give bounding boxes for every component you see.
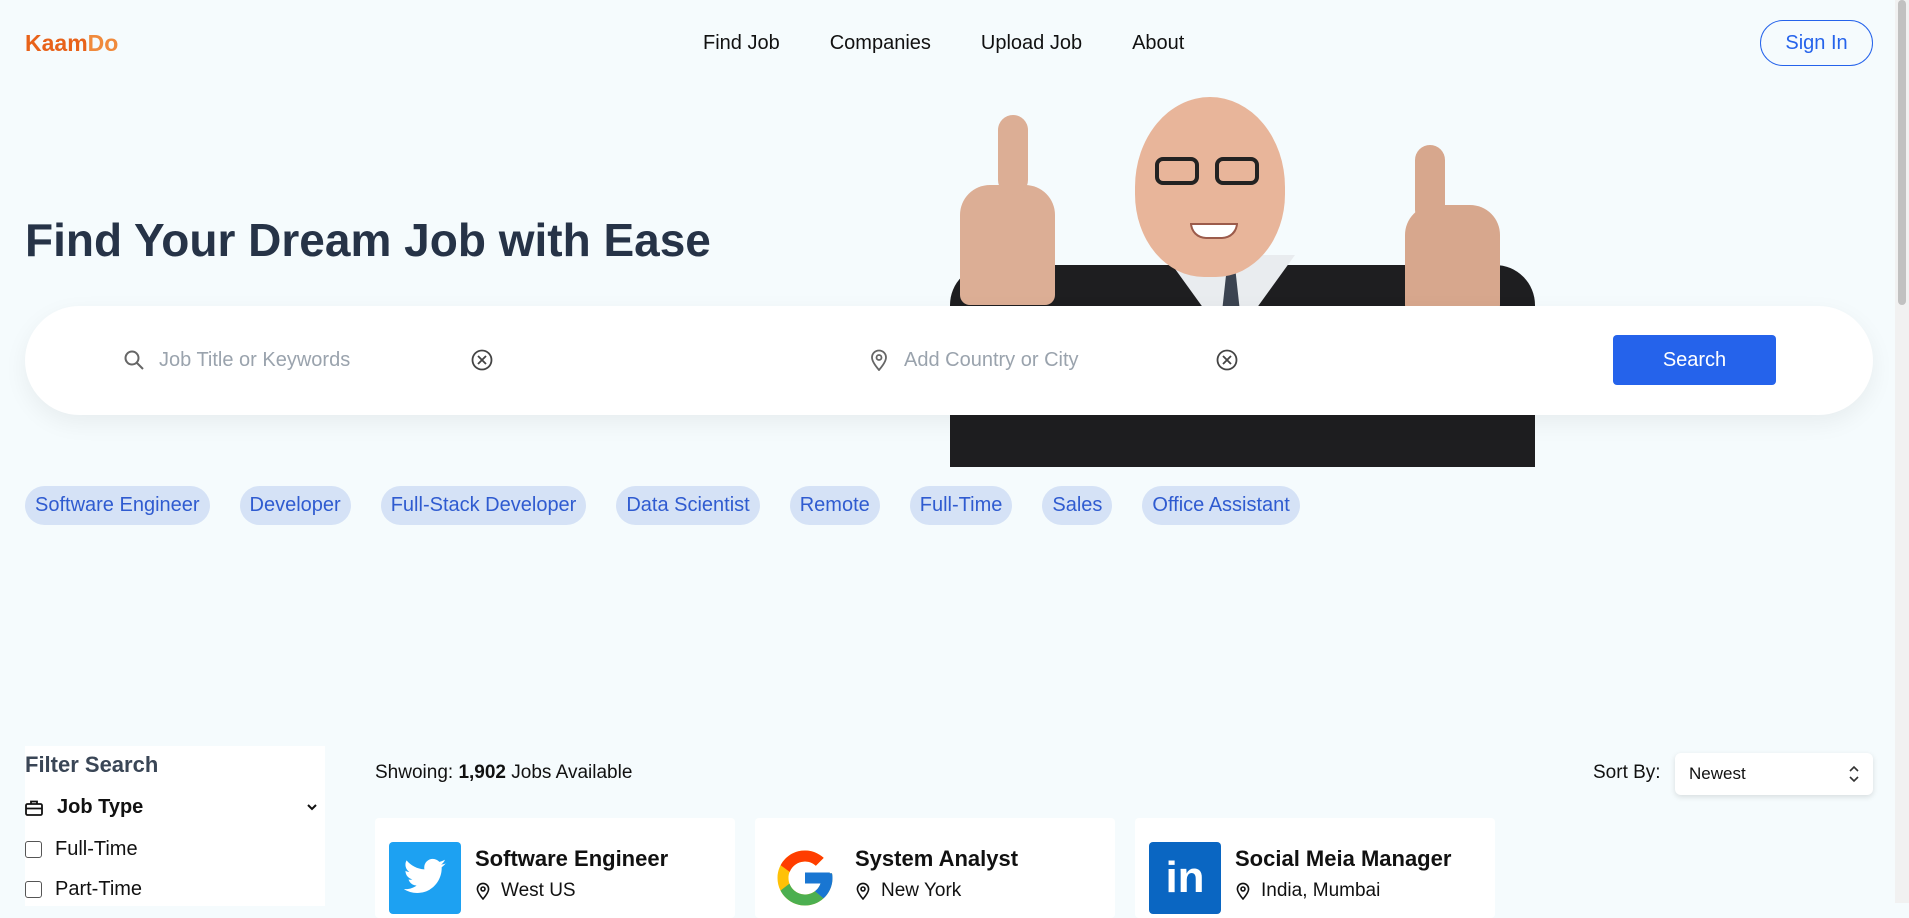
job-location-text: New York	[881, 880, 962, 901]
briefcase-icon	[25, 800, 43, 816]
job-title: Social Meia Manager	[1235, 846, 1452, 871]
job-location: New York	[855, 880, 961, 902]
clear-keyword-icon[interactable]	[470, 348, 494, 372]
results-suffix: Jobs Available	[506, 762, 633, 783]
page-scrollbar[interactable]	[1895, 0, 1909, 903]
brand-part-1: Kaam	[25, 30, 88, 56]
chip-developer[interactable]: Developer	[239, 486, 351, 525]
chevron-down-icon	[307, 804, 317, 811]
popular-searches: Software Engineer Developer Full-Stack D…	[25, 486, 1300, 525]
search-bar: Search	[25, 306, 1873, 415]
sort-value: Newest	[1689, 764, 1746, 783]
nav-upload-job[interactable]: Upload Job	[981, 32, 1082, 55]
chip-data-scientist[interactable]: Data Scientist	[616, 486, 760, 525]
checkbox-part-time[interactable]: Part-Time	[25, 878, 142, 901]
chip-software-engineer[interactable]: Software Engineer	[25, 486, 210, 525]
job-card[interactable]: Software Engineer West US	[375, 818, 735, 918]
scrollbar-thumb[interactable]	[1898, 0, 1906, 305]
job-type-toggle[interactable]: Job Type	[25, 796, 325, 819]
location-pin-icon	[1236, 882, 1250, 900]
job-type-label: Job Type	[57, 796, 144, 818]
brand-part-2: Do	[87, 30, 119, 56]
google-icon	[769, 842, 841, 914]
sort-select[interactable]: Newest	[1675, 753, 1873, 795]
search-icon	[123, 349, 145, 371]
chip-full-time[interactable]: Full-Time	[909, 486, 1013, 525]
twitter-icon	[389, 842, 461, 914]
nav-about[interactable]: About	[1132, 32, 1184, 55]
chip-full-stack-developer[interactable]: Full-Stack Developer	[380, 486, 587, 525]
sort-label: Sort By:	[1593, 762, 1661, 783]
location-pin-icon	[856, 882, 870, 900]
checkbox-label: Part-Time	[55, 878, 143, 900]
job-location-text: India, Mumbai	[1261, 880, 1381, 901]
location-field	[868, 334, 1206, 386]
brand-logo[interactable]: KaamDo	[25, 30, 118, 57]
chip-remote[interactable]: Remote	[789, 486, 880, 525]
nav-find-job[interactable]: Find Job	[703, 32, 780, 55]
job-card[interactable]: System Analyst New York	[755, 818, 1115, 918]
chip-sales[interactable]: Sales	[1042, 486, 1113, 525]
search-button[interactable]: Search	[1613, 335, 1776, 385]
hero-title: Find Your Dream Job with Ease	[25, 214, 711, 266]
results-prefix: Shwoing:	[375, 762, 459, 783]
sort-arrows-icon	[1849, 765, 1859, 783]
chip-office-assistant[interactable]: Office Assistant	[1142, 486, 1300, 525]
checkbox-full-time[interactable]: Full-Time	[25, 838, 138, 861]
job-card[interactable]: in Social Meia Manager India, Mumbai	[1135, 818, 1495, 918]
job-title: Software Engineer	[475, 846, 669, 871]
filter-title: Filter Search	[25, 752, 159, 777]
location-input[interactable]	[902, 347, 1206, 373]
results-number: 1,902	[458, 762, 506, 783]
filter-panel: Filter Search Job Type Full-Time Part-Ti…	[25, 746, 325, 906]
clear-location-icon[interactable]	[1215, 348, 1239, 372]
linkedin-icon: in	[1149, 842, 1221, 914]
checkbox-box[interactable]	[25, 841, 42, 858]
keyword-input[interactable]	[157, 347, 461, 373]
nav-companies[interactable]: Companies	[830, 32, 931, 55]
sign-in-button[interactable]: Sign In	[1760, 20, 1873, 66]
checkbox-label: Full-Time	[55, 838, 138, 860]
job-title: System Analyst	[855, 846, 1019, 871]
keyword-field	[123, 334, 461, 386]
job-location-text: West US	[501, 880, 576, 901]
checkbox-box[interactable]	[25, 881, 42, 898]
job-location: India, Mumbai	[1235, 880, 1380, 902]
location-pin-icon	[868, 349, 890, 371]
job-location: West US	[475, 880, 576, 902]
location-pin-icon	[476, 882, 490, 900]
main-nav: Find Job Companies Upload Job About	[703, 32, 1184, 55]
results-count: Shwoing: 1,902 Jobs Available	[375, 762, 632, 784]
